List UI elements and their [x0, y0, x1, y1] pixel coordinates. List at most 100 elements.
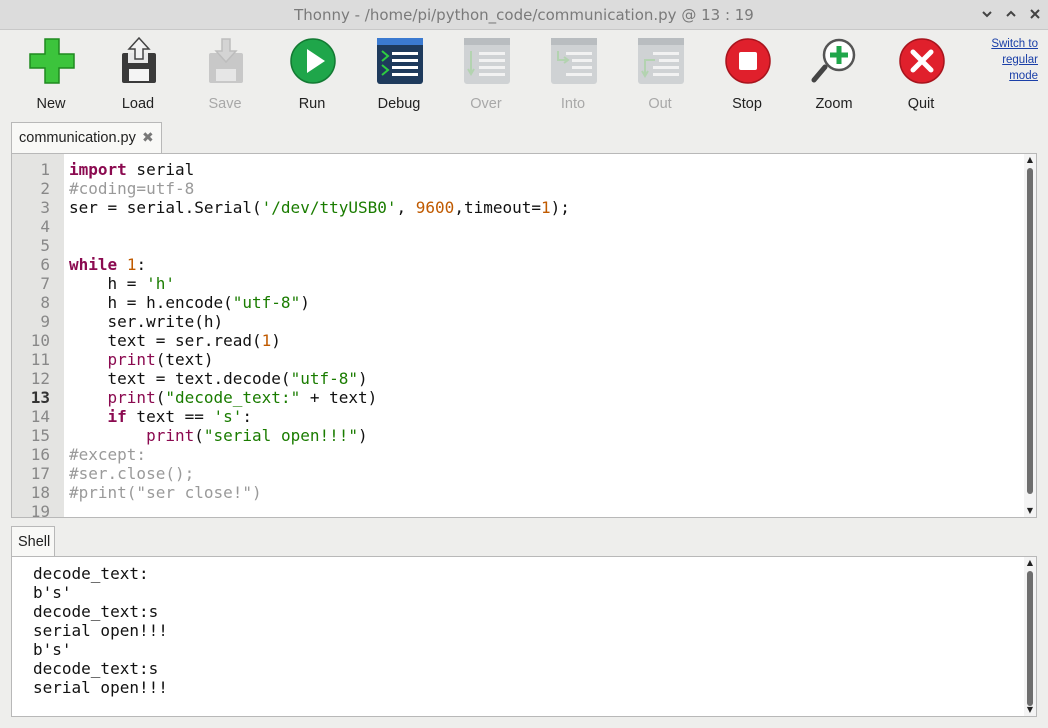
scroll-up-icon[interactable]: ▲	[1025, 155, 1035, 165]
shell-output-line: serial open!!!	[33, 621, 168, 640]
editor-scrollbar[interactable]: ▲ ▼	[1024, 154, 1036, 517]
shell-output-line: b's'	[33, 640, 72, 659]
stop-button[interactable]: Stop	[707, 36, 787, 112]
step-into-button[interactable]: Into	[533, 36, 613, 112]
step-over-button[interactable]: Over	[446, 36, 526, 112]
chevron-down-icon	[982, 11, 992, 18]
switch-mode-text-line[interactable]: Switch to	[972, 36, 1038, 52]
code-line[interactable]: h = 'h'	[69, 274, 570, 293]
code-line[interactable]: #print("ser close!")	[69, 483, 570, 502]
zoom-icon	[811, 38, 856, 83]
shell-tab-label: Shell	[18, 534, 51, 550]
into-label: Into	[560, 96, 586, 112]
code-text[interactable]: import serial #coding=utf-8 ser = serial.S…	[69, 160, 570, 517]
zoom-label: Zoom	[815, 96, 853, 112]
code-line[interactable]: #ser.close();	[69, 464, 570, 483]
line-number: 16	[30, 445, 50, 464]
run-play-icon	[290, 38, 336, 84]
quit-label: Quit	[907, 96, 935, 112]
new-file-plus-icon	[29, 38, 75, 84]
load-floppy-icon	[122, 37, 156, 83]
load-button[interactable]: Load	[98, 36, 178, 112]
line-number: 3	[40, 198, 50, 217]
code-line[interactable]: text = ser.read(1)	[69, 331, 570, 350]
new-label: New	[36, 96, 66, 112]
save-button[interactable]: Save	[185, 36, 265, 112]
over-label: Over	[470, 96, 502, 112]
shell-output-line: b's'	[33, 583, 72, 602]
stop-icon	[725, 38, 771, 84]
code-line[interactable]: text = text.decode("utf-8")	[69, 369, 570, 388]
line-number: 19	[30, 502, 50, 518]
step-into-icon	[551, 38, 597, 84]
code-line[interactable]	[69, 236, 570, 255]
code-line[interactable]: ser.write(h)	[69, 312, 570, 331]
code-line[interactable]: while 1:	[69, 255, 570, 274]
code-line[interactable]: #except:	[69, 445, 570, 464]
code-line[interactable]: print("decode_text:" + text)	[69, 388, 570, 407]
run-button[interactable]: Run	[272, 36, 352, 112]
code-line[interactable]: import serial	[69, 160, 570, 179]
maximize-button[interactable]	[1002, 5, 1020, 23]
line-number: 2	[40, 179, 50, 198]
scrollbar-thumb[interactable]	[1027, 168, 1033, 494]
window-title: Thonny - /home/pi/python_code/communicat…	[294, 6, 754, 24]
line-number: 14	[30, 407, 50, 426]
step-over-icon	[464, 38, 510, 84]
scroll-down-icon[interactable]: ▼	[1025, 506, 1035, 516]
step-out-button[interactable]: Out	[620, 36, 700, 112]
new-button[interactable]: New	[11, 36, 91, 112]
line-numbers: 1 2 3 4 5 6 7 8 9 10 11 12 13 14 15 16 17 18 19	[12, 160, 50, 518]
switch-mode-text-line[interactable]: mode	[972, 68, 1038, 84]
shell-console[interactable]: - decode_text:b's'decode_text:sserial op…	[11, 556, 1037, 717]
code-line[interactable]: if text == 's':	[69, 407, 570, 426]
debug-button[interactable]: Debug	[359, 36, 439, 112]
shell-output-line: decode_text:s	[33, 602, 159, 621]
stop-label: Stop	[732, 96, 762, 112]
scrollbar-thumb[interactable]	[1027, 571, 1033, 706]
out-label: Out	[648, 96, 672, 112]
line-number: 10	[30, 331, 50, 350]
line-number: 15	[30, 426, 50, 445]
code-editor[interactable]: 1 2 3 4 5 6 7 8 9 10 11 12 13 14 15 16 17 18 19 import ser…	[11, 153, 1037, 518]
code-line[interactable]: ser = serial.Serial('/dev/ttyUSB0', 9600…	[69, 198, 570, 217]
switch-to-regular-mode-link[interactable]: Switch to regular mode	[972, 36, 1038, 84]
code-line[interactable]: print(text)	[69, 350, 570, 369]
code-line[interactable]: print("serial open!!!")	[69, 426, 570, 445]
tab-shell[interactable]: Shell	[11, 526, 55, 557]
tab-close-icon[interactable]: ✖	[142, 129, 154, 146]
code-line[interactable]: h = h.encode("utf-8")	[69, 293, 570, 312]
toolbar: New Load Save Run Debug Over Into Out St…	[0, 30, 1048, 116]
shell-output-line: decode_text:	[33, 564, 149, 583]
debug-label: Debug	[377, 96, 421, 112]
code-line[interactable]: #coding=utf-8	[69, 179, 570, 198]
line-number: 11	[30, 350, 50, 369]
shell-output: decode_text: b's' decode_text:s serial open…	[33, 564, 168, 697]
line-number: 9	[40, 312, 50, 331]
minimize-button[interactable]	[978, 5, 996, 23]
quit-button[interactable]: Quit	[881, 36, 961, 112]
switch-mode-text-line[interactable]: regular	[972, 52, 1038, 68]
chevron-up-icon	[1006, 10, 1016, 17]
line-number-gutter: 1 2 3 4 5 6 7 8 9 10 11 12 13 14 15 16 17 18 19	[12, 154, 64, 517]
shell-output-line: decode_text:s	[33, 659, 159, 678]
tab-communication-py[interactable]: communication.py ✖	[11, 122, 162, 154]
tab-label: communication.py	[19, 130, 136, 146]
step-out-icon	[638, 38, 684, 84]
line-number: 4	[40, 217, 50, 236]
shell-partial-line: -	[33, 557, 43, 562]
load-label: Load	[121, 96, 155, 112]
line-number: 17	[30, 464, 50, 483]
code-line[interactable]	[69, 502, 570, 517]
quit-icon	[899, 38, 945, 84]
line-number: 1	[40, 160, 50, 179]
scroll-down-icon[interactable]: ▼	[1025, 705, 1035, 715]
run-label: Run	[298, 96, 326, 112]
line-number: 12	[30, 369, 50, 388]
close-button[interactable]	[1026, 5, 1044, 23]
close-icon	[1030, 9, 1040, 19]
scroll-up-icon[interactable]: ▲	[1025, 558, 1035, 568]
code-line[interactable]	[69, 217, 570, 236]
zoom-button[interactable]: Zoom	[794, 36, 874, 112]
shell-scrollbar[interactable]: ▲ ▼	[1024, 557, 1036, 716]
